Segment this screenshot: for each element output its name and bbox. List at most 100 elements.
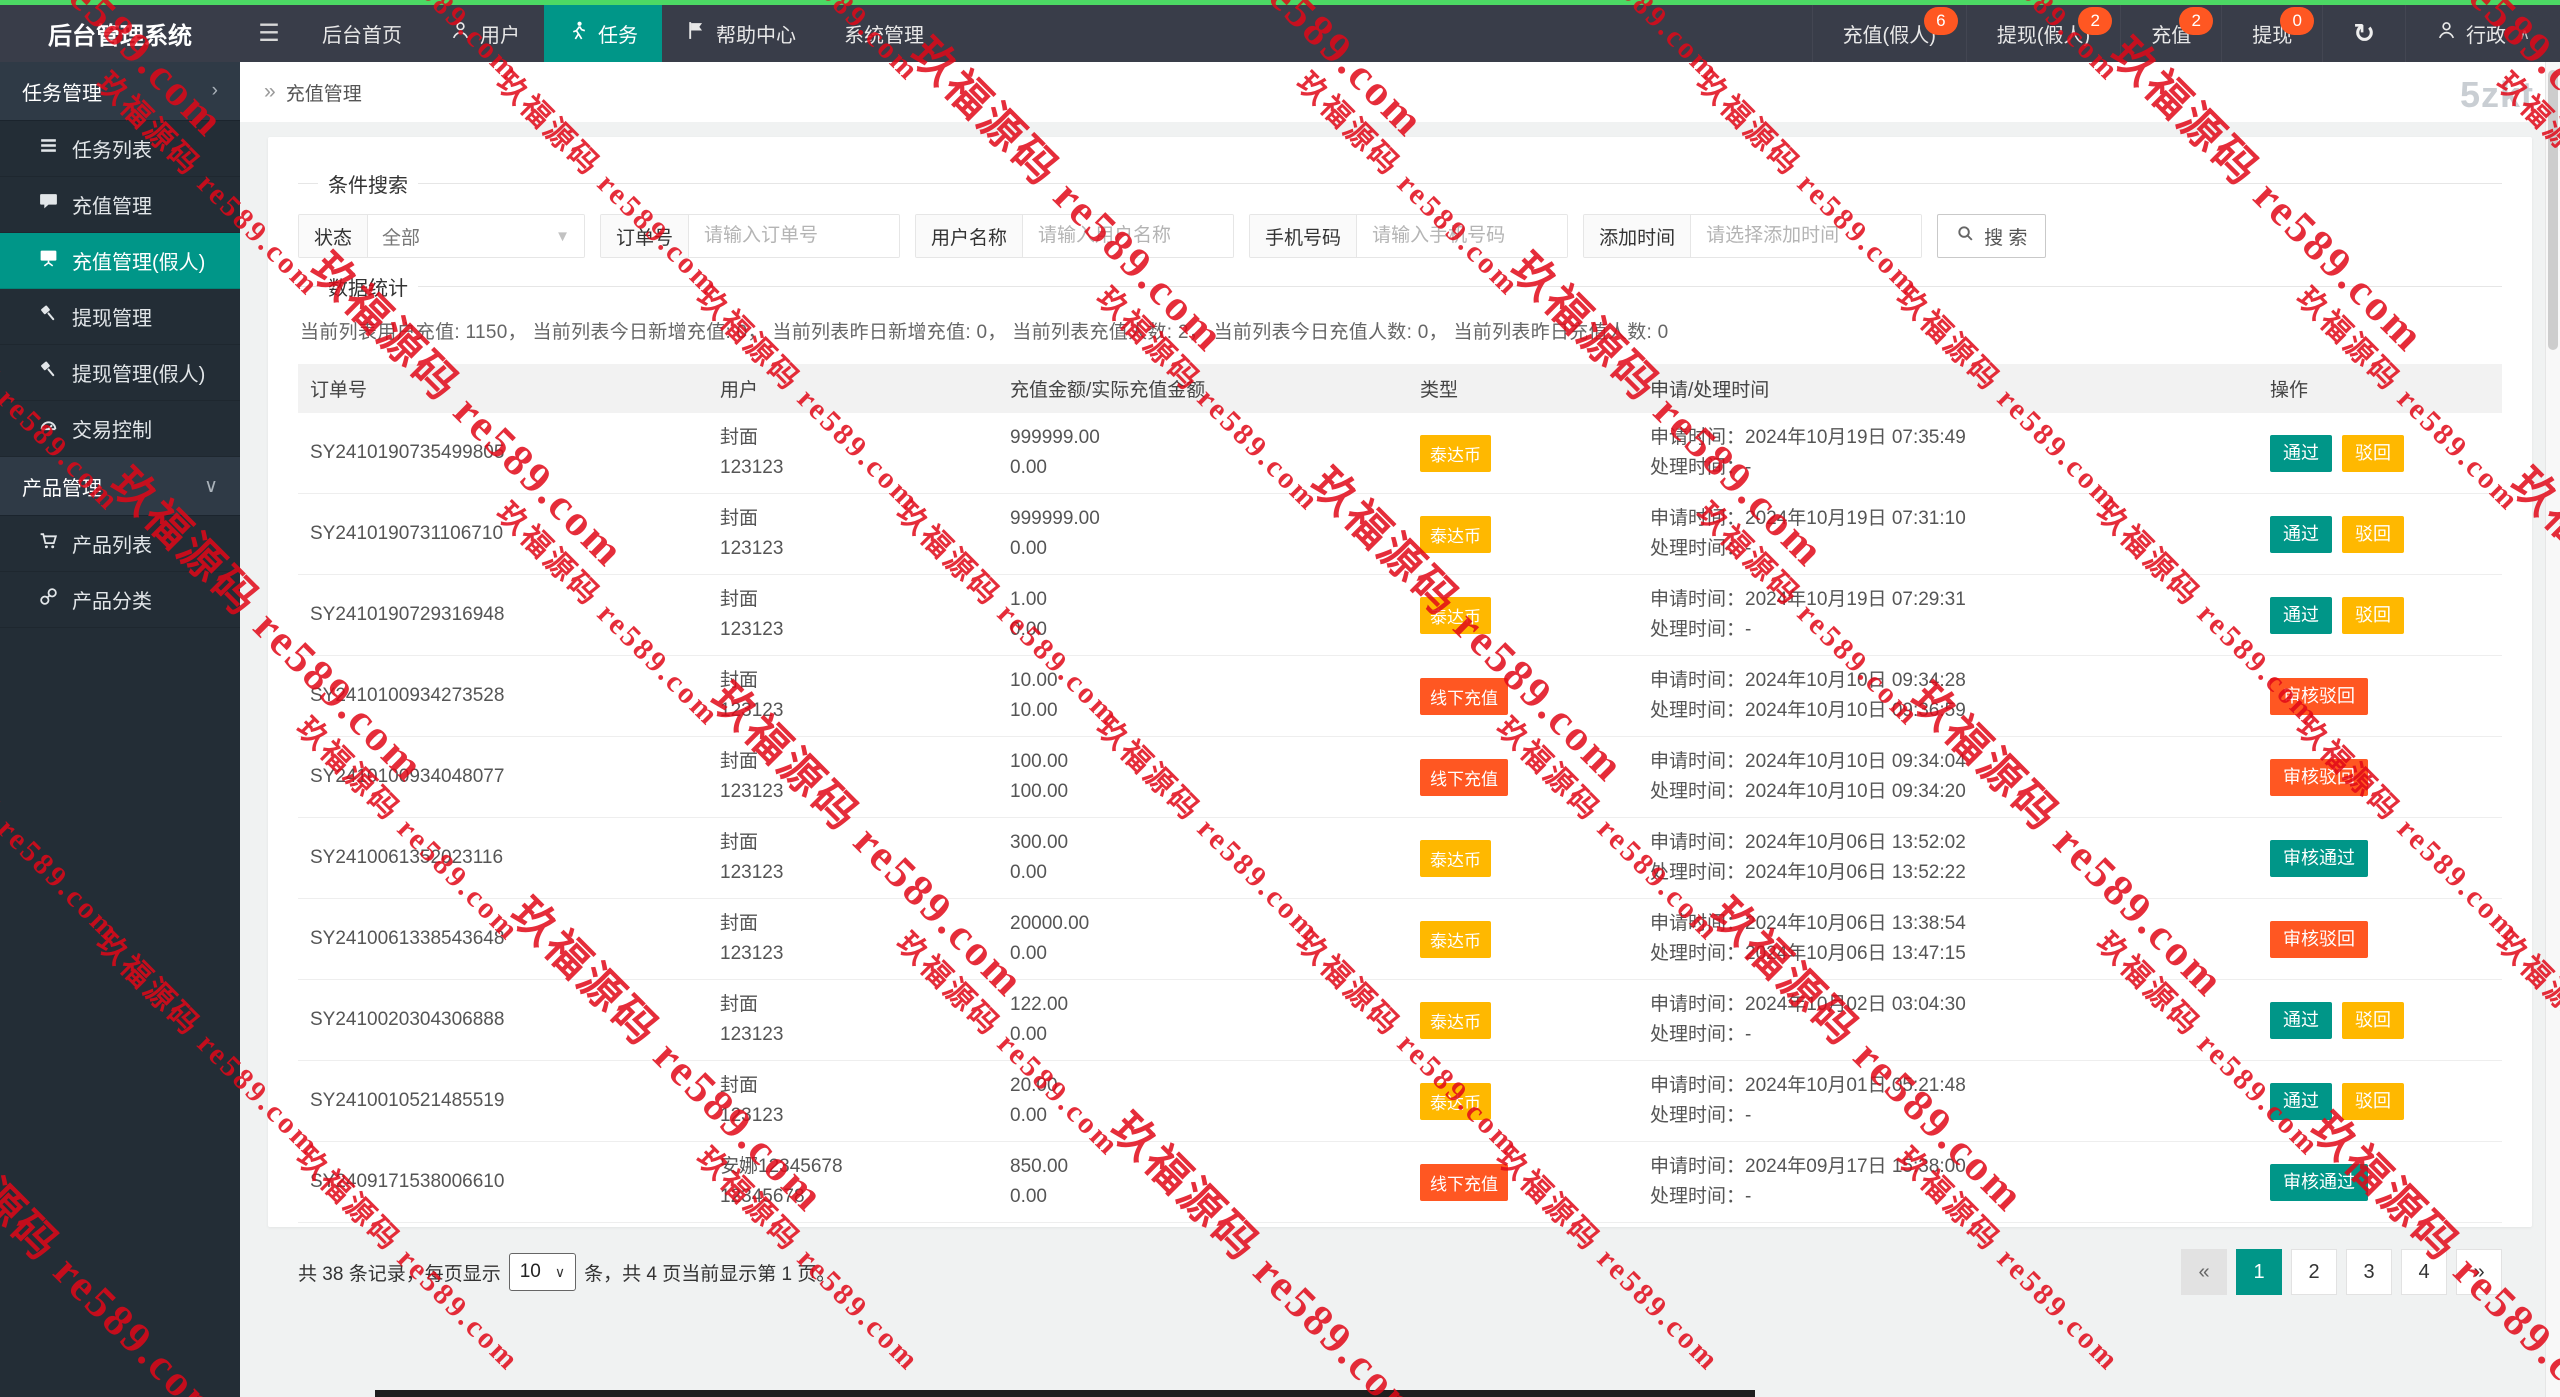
username-field: 用户名称 [915, 214, 1234, 258]
search-icon [1956, 224, 1975, 249]
reject-button[interactable]: 驳回 [2342, 435, 2404, 472]
page-1-button[interactable]: 1 [2236, 1249, 2282, 1295]
user-account: 123123 [720, 858, 986, 888]
table-row: SY2410190735499805封面123123999999.000.00泰… [298, 413, 2502, 494]
page-4-button[interactable]: 4 [2401, 1249, 2447, 1295]
apply-time: 申请时间：2024年10月02日 03:04:30 [1650, 990, 2246, 1020]
sidebar-item-withdraw-management[interactable]: 提现管理 [0, 289, 240, 345]
actual-amount: 0.00 [1010, 858, 1396, 888]
sidebar-group-product-management[interactable]: 产品管理 ∨ [0, 457, 240, 516]
approve-button[interactable]: 通过 [2270, 1002, 2332, 1039]
username-input[interactable] [1023, 215, 1233, 257]
approve-button[interactable]: 通过 [2270, 1083, 2332, 1120]
order-number-field: 订单号 [600, 214, 900, 258]
process-time: 处理时间：- [1650, 453, 2246, 483]
order-cell: SY2410061352023116 [298, 818, 708, 899]
approve-button[interactable]: 通过 [2270, 516, 2332, 553]
reject-button[interactable]: 驳回 [2342, 597, 2404, 634]
search-button[interactable]: 搜 索 [1937, 214, 2046, 258]
audit-reject-button[interactable]: 审核驳回 [2270, 921, 2368, 958]
page-3-button[interactable]: 3 [2346, 1249, 2392, 1295]
col-time: 申请/处理时间 [1638, 364, 2258, 413]
nav-item-help[interactable]: 帮助中心 [662, 5, 820, 62]
sidebar-item-label: 任务列表 [72, 134, 152, 163]
sidebar-item-task-list[interactable]: 任务列表 [0, 121, 240, 177]
page-size-select[interactable]: 10 ∨ [509, 1253, 576, 1291]
nav-item-withdraw-fake[interactable]: 提现(假人) 2 [1966, 5, 2120, 62]
time-cell: 申请时间：2024年10月06日 13:38:54处理时间：2024年10月06… [1638, 899, 2258, 980]
type-cell: 泰达币 [1408, 899, 1638, 980]
reject-button[interactable]: 驳回 [2342, 516, 2404, 553]
app-logo: 后台管理系统 [0, 5, 240, 62]
status-select[interactable]: 全部 ▼ [368, 215, 584, 257]
type-badge: 线下充值 [1420, 759, 1508, 796]
reject-button[interactable]: 驳回 [2342, 1083, 2404, 1120]
table-body: SY2410190735499805封面123123999999.000.00泰… [298, 413, 2502, 1223]
sidebar-item-recharge-management-fake[interactable]: 充值管理(假人) [0, 233, 240, 289]
approve-button[interactable]: 通过 [2270, 435, 2332, 472]
sidebar-item-recharge-management[interactable]: 充值管理 [0, 177, 240, 233]
nav-item-recharge-fake[interactable]: 充值(假人) 6 [1812, 5, 1966, 62]
actual-amount: 0.00 [1010, 534, 1396, 564]
apply-time: 申请时间：2024年10月19日 07:29:31 [1650, 585, 2246, 615]
nav-item-users[interactable]: 用户 [426, 5, 544, 62]
user-name: 封面 [720, 423, 986, 453]
user-account: 123123 [720, 777, 986, 807]
sidebar-group-task-management[interactable]: 任务管理 › [0, 62, 240, 121]
audit-pass-button[interactable]: 审核通过 [2270, 1164, 2368, 1201]
breadcrumb: » 充值管理 [240, 62, 2560, 122]
chevron-down-icon: ▼ [555, 228, 570, 245]
actual-amount: 0.00 [1010, 615, 1396, 645]
recharge-amount: 100.00 [1010, 747, 1396, 777]
order-number: SY2410100934048077 [310, 766, 504, 787]
user-name: 封面 [720, 504, 986, 534]
audit-pass-button[interactable]: 审核通过 [2270, 840, 2368, 877]
top-navbar: 后台管理系统 ☰ 后台首页 用户 任务 帮助中心 系统管理 充值(假人) 6 提… [0, 5, 2560, 62]
phone-input[interactable] [1357, 215, 1567, 257]
refresh-button[interactable]: ↻ [2322, 5, 2405, 62]
sidebar-item-product-category[interactable]: 产品分类 [0, 572, 240, 628]
order-number: SY2410190735499805 [310, 442, 504, 463]
stats-legend: 数据统计 [318, 272, 418, 301]
order-number-input[interactable] [689, 215, 899, 257]
page-2-button[interactable]: 2 [2291, 1249, 2337, 1295]
type-cell: 线下充值 [1408, 737, 1638, 818]
flag-icon [686, 20, 707, 47]
sidebar-item-product-list[interactable]: 产品列表 [0, 516, 240, 572]
nav-item-recharge[interactable]: 充值 2 [2120, 5, 2221, 62]
reject-button[interactable]: 驳回 [2342, 1002, 2404, 1039]
audit-reject-button[interactable]: 审核驳回 [2270, 759, 2368, 796]
approve-button[interactable]: 通过 [2270, 597, 2332, 634]
amount-cell: 20000.000.00 [998, 899, 1408, 980]
nav-item-home[interactable]: 后台首页 [298, 5, 426, 62]
user-icon [2436, 20, 2457, 47]
amount-cell: 300.000.00 [998, 818, 1408, 899]
page-next-button[interactable]: » [2456, 1249, 2502, 1295]
horizontal-scrollbar-thumb[interactable] [375, 1390, 1755, 1397]
nav-item-withdraw[interactable]: 提现 0 [2221, 5, 2322, 62]
status-select-value: 全部 [382, 223, 420, 250]
nav-item-tasks[interactable]: 任务 [544, 5, 662, 62]
collapse-menu-icon[interactable]: ☰ [240, 5, 298, 62]
type-badge: 泰达币 [1420, 921, 1491, 958]
nav-item-system[interactable]: 系统管理 [820, 5, 948, 62]
sidebar-item-label: 产品分类 [72, 585, 152, 614]
order-cell: SY2410190731106710 [298, 494, 708, 575]
sidebar-item-withdraw-management-fake[interactable]: 提现管理(假人) [0, 345, 240, 401]
page-prev-button[interactable]: « [2181, 1249, 2227, 1295]
process-time: 处理时间：2024年10月06日 13:47:15 [1650, 939, 2246, 969]
process-time: 处理时间：- [1650, 534, 2246, 564]
vertical-scrollbar-thumb[interactable] [2548, 70, 2558, 350]
sidebar-item-trade-control[interactable]: 交易控制 [0, 401, 240, 457]
table-header-row: 订单号 用户 充值金额/实际充值金额 类型 申请/处理时间 操作 [298, 364, 2502, 413]
time-cell: 申请时间：2024年10月01日 05:21:48处理时间：- [1638, 1061, 2258, 1142]
user-menu[interactable]: 行政 ∧ [2405, 5, 2560, 62]
summary-prefix: 共 38 条记录，每页显示 [298, 1259, 501, 1286]
add-time-input[interactable] [1691, 215, 1921, 257]
vertical-scrollbar[interactable] [2545, 62, 2560, 1397]
order-number-label: 订单号 [601, 215, 689, 257]
user-account: 123123 [720, 1101, 986, 1131]
audit-reject-button[interactable]: 审核驳回 [2270, 678, 2368, 715]
table-row: SY2409171538006610安娜1234567812345678850.… [298, 1142, 2502, 1223]
recharge-amount: 20.00 [1010, 1071, 1396, 1101]
